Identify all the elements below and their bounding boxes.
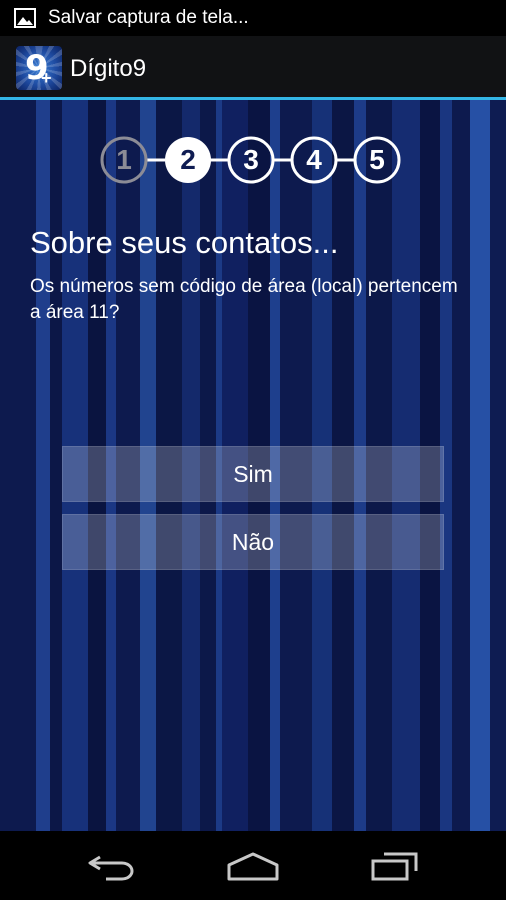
navigation-bar xyxy=(0,831,506,900)
step-indicator: 1 2 3 4 5 xyxy=(0,100,506,220)
image-icon xyxy=(14,8,36,28)
back-icon[interactable] xyxy=(86,851,138,881)
step-2: 2 xyxy=(180,144,196,175)
no-button[interactable]: Não xyxy=(62,514,444,570)
question-text: Os números sem código de área (local) pe… xyxy=(30,276,458,323)
page-heading: Sobre seus contatos... xyxy=(30,225,339,260)
app-icon-plus: + xyxy=(41,68,52,88)
action-bar: 9 + Dígito9 xyxy=(0,36,506,100)
step-5: 5 xyxy=(369,144,385,175)
home-icon[interactable] xyxy=(226,851,280,881)
step-4: 4 xyxy=(306,144,322,175)
notification-text: Salvar captura de tela... xyxy=(48,7,249,28)
app-icon[interactable]: 9 + xyxy=(16,46,62,90)
app-title: Dígito9 xyxy=(70,55,147,82)
status-bar: Salvar captura de tela... xyxy=(0,0,506,36)
yes-button[interactable]: Sim xyxy=(62,446,444,502)
recent-apps-icon[interactable] xyxy=(370,851,420,881)
step-1: 1 xyxy=(116,144,132,175)
step-3: 3 xyxy=(243,144,259,175)
wizard-content: 1 2 3 4 5 Sobre seus contatos... Os núme… xyxy=(0,100,506,831)
